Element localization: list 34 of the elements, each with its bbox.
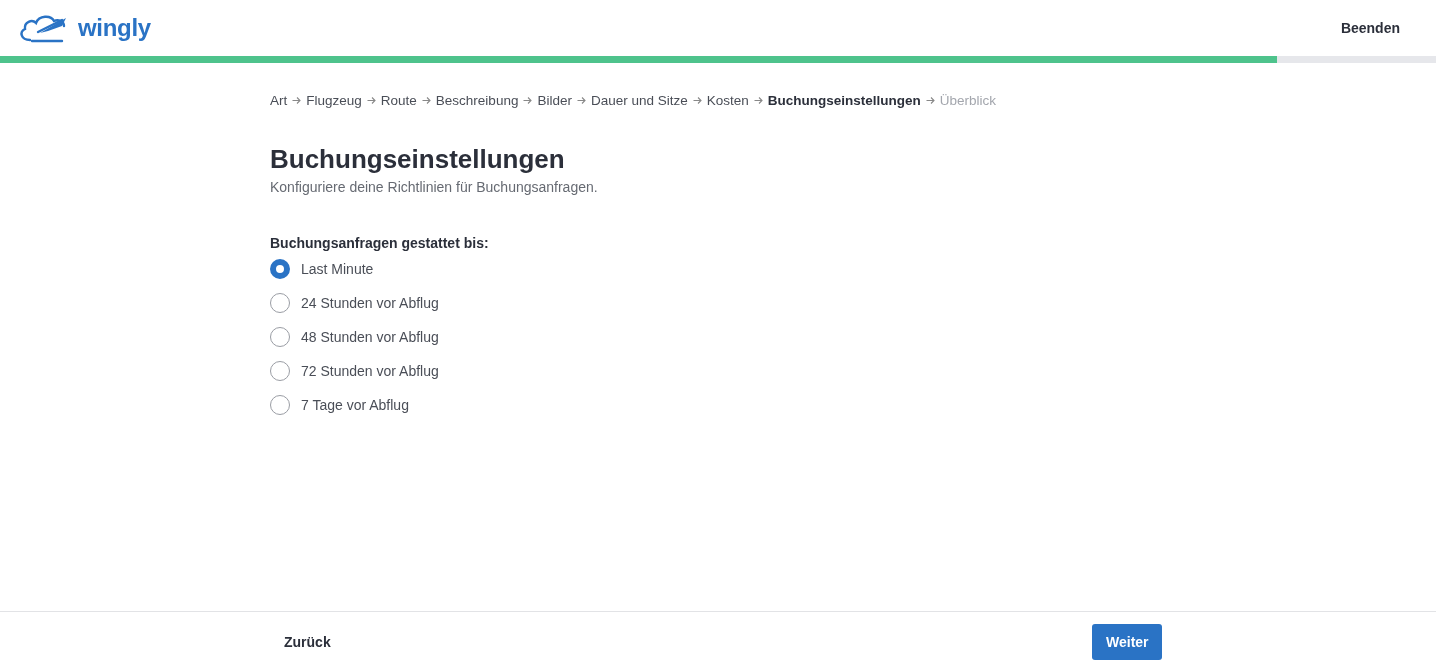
- breadcrumb-step[interactable]: Route: [380, 93, 417, 108]
- logo-text[interactable]: wingly: [78, 14, 151, 42]
- arrow-right-icon: [292, 96, 302, 105]
- arrow-right-icon: [576, 96, 586, 105]
- arrow-right-icon: [421, 96, 431, 105]
- page-title: Buchungseinstellungen: [270, 144, 566, 175]
- radio-button[interactable]: [270, 395, 290, 415]
- next-button[interactable]: Weiter: [1092, 624, 1162, 660]
- radio-button[interactable]: [270, 259, 290, 279]
- option-label[interactable]: Last Minute: [301, 261, 374, 277]
- option-label[interactable]: 48 Stunden vor Abflug: [301, 329, 439, 345]
- radio-button[interactable]: [270, 361, 290, 381]
- option-label[interactable]: 72 Stunden vor Abflug: [301, 363, 439, 379]
- arrow-right-icon: [925, 96, 935, 105]
- radio-button[interactable]: [270, 327, 290, 347]
- breadcrumb-step[interactable]: Flugzeug: [306, 93, 362, 108]
- breadcrumb-step[interactable]: Beschreibung: [435, 93, 519, 108]
- breadcrumb-step[interactable]: Kosten: [706, 93, 749, 108]
- option-label[interactable]: 7 Tage vor Abflug: [301, 397, 409, 413]
- arrow-right-icon: [753, 96, 763, 105]
- breadcrumb-step[interactable]: Bilder: [537, 93, 572, 108]
- radio-button[interactable]: [270, 293, 290, 313]
- exit-link[interactable]: Beenden: [1340, 20, 1400, 36]
- breadcrumb-step[interactable]: Dauer und Sitze: [590, 93, 688, 108]
- breadcrumb-step: Überblick: [939, 93, 997, 108]
- arrow-right-icon: [692, 96, 702, 105]
- option-label[interactable]: 24 Stunden vor Abflug: [301, 295, 439, 311]
- page-subtitle: Konfiguriere deine Richtlinien für Buchungsanfragen.: [270, 179, 599, 195]
- breadcrumb-step: Buchungseinstellungen: [767, 93, 921, 108]
- arrow-right-icon: [523, 96, 533, 105]
- question-label: Buchungsanfragen gestattet bis:: [270, 235, 490, 251]
- arrow-right-icon: [366, 96, 376, 105]
- breadcrumb-step[interactable]: Art: [270, 93, 288, 108]
- back-button[interactable]: Zurück: [270, 626, 345, 658]
